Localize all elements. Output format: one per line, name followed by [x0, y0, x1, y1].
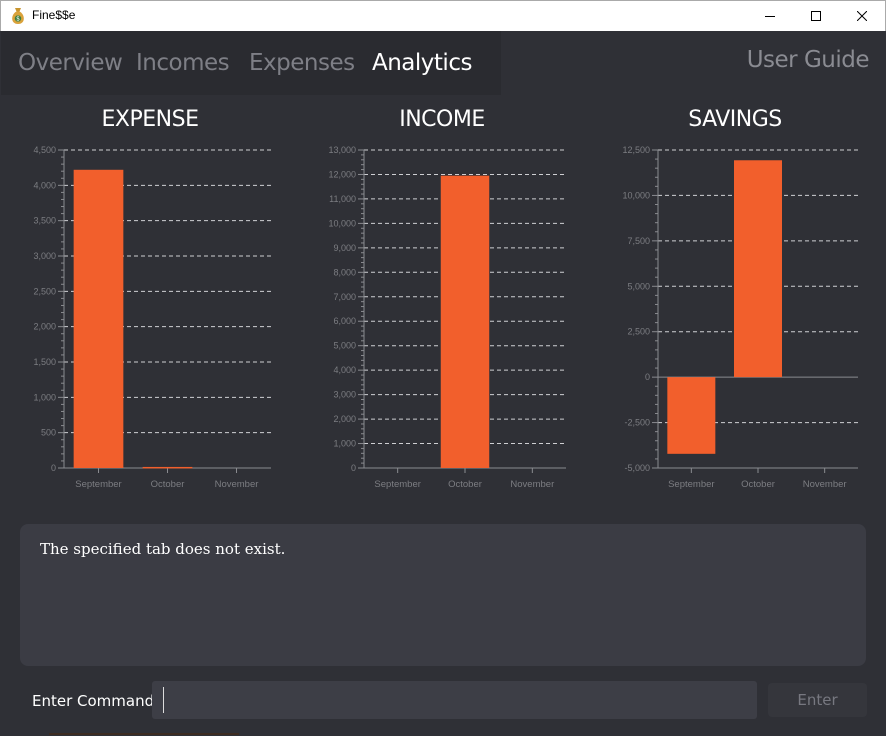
income-chart: 0 1,000 2,000 3,000 4,000 5,000 6,000 7,000 8,00… [328, 145, 566, 490]
expense-y-tick-label: 4,000 [33, 180, 56, 190]
income-y-tick-label: 5,000 [333, 341, 356, 351]
maximize-icon [811, 11, 821, 21]
expense-y-tick-label: 4,500 [33, 145, 56, 155]
income-y-tick-label: 8,000 [333, 267, 356, 277]
savings-y-tick-label: 2,500 [627, 327, 650, 337]
user-guide-link[interactable]: User Guide [747, 47, 870, 73]
savings-chart: -5,000 -2,500 0 2,500 5,000 7,500 10,000 12,500… [622, 145, 858, 490]
income-y-tick-label: 10,000 [328, 218, 356, 228]
expense-y-tick-label: 3,500 [33, 216, 56, 226]
command-label: Enter Command: [32, 692, 160, 710]
expense-y-tick-label: 2,500 [33, 286, 56, 296]
tab-bar: Overview Incomes Expenses Analytics [1, 31, 501, 95]
income-y-tick-label: 13,000 [328, 145, 356, 155]
svg-text:$: $ [16, 16, 20, 23]
expense-y-tick-label: 3,000 [33, 251, 56, 261]
result-display: The specified tab does not exist. [20, 524, 866, 666]
savings-y-tick-label: 10,000 [622, 190, 650, 200]
expense-x-tick-label: September [75, 479, 121, 490]
expense-chart-title: EXPENSE [101, 107, 199, 132]
title-bar: $ Fine$$e [0, 0, 886, 31]
expense-bar-september [73, 169, 124, 468]
expense-x-tick-label: November [215, 479, 259, 490]
app-area: Overview Incomes Expenses Analytics User… [1, 31, 885, 735]
savings-y-tick-label: 12,500 [622, 145, 650, 155]
income-x-tick-label: November [510, 479, 554, 490]
tab-incomes[interactable]: Incomes [136, 50, 230, 76]
tab-expenses[interactable]: Expenses [249, 50, 355, 76]
savings-x-tick-label: October [741, 479, 775, 490]
income-y-tick-label: 0 [351, 463, 356, 473]
income-x-tick-label: September [374, 479, 420, 490]
income-bar-october [440, 175, 490, 468]
expense-y-tick-label: 0 [51, 463, 56, 473]
income-y-tick-label: 9,000 [333, 243, 356, 253]
income-y-tick-label: 2,000 [333, 414, 356, 424]
income-chart-title: INCOME [399, 107, 485, 132]
income-x-tick-label: October [448, 479, 482, 490]
minimize-icon [765, 16, 775, 17]
expense-chart: 0 500 1,000 1,500 2,000 2,500 3,000 3,500 4,000 4… [33, 145, 271, 490]
savings-y-tick-label: 0 [645, 372, 650, 382]
text-caret [163, 687, 164, 713]
savings-x-tick-label: September [668, 479, 714, 490]
window-title: Fine$$e [32, 8, 76, 22]
expense-y-tick-label: 1,000 [33, 392, 56, 402]
income-y-tick-label: 1,000 [333, 439, 356, 449]
command-input[interactable] [152, 681, 757, 719]
income-y-tick-label: 7,000 [333, 292, 356, 302]
close-button[interactable] [839, 1, 885, 31]
savings-bar-october [734, 160, 782, 378]
result-message: The specified tab does not exist. [40, 540, 286, 558]
enter-button[interactable]: Enter [768, 683, 867, 717]
savings-x-tick-label: November [803, 479, 847, 490]
expense-bar-october [142, 466, 193, 469]
savings-bar-september [667, 377, 716, 454]
minimize-button[interactable] [747, 1, 793, 31]
income-y-tick-label: 3,000 [333, 390, 356, 400]
savings-y-tick-label: 7,500 [627, 236, 650, 246]
money-bag-icon: $ [12, 8, 24, 24]
tab-overview[interactable]: Overview [18, 50, 123, 76]
expense-y-tick-label: 500 [41, 428, 56, 438]
expense-x-tick-label: October [151, 479, 185, 490]
savings-y-tick-label: 5,000 [627, 281, 650, 291]
maximize-button[interactable] [793, 1, 839, 31]
savings-y-tick-label: -5,000 [624, 463, 650, 473]
income-y-tick-label: 11,000 [329, 194, 356, 204]
savings-chart-title: SAVINGS [688, 107, 782, 132]
expense-y-tick-label: 1,500 [33, 357, 56, 367]
bottom-strip [49, 733, 239, 735]
tab-analytics[interactable]: Analytics [372, 50, 472, 76]
expense-y-tick-label: 2,000 [33, 322, 56, 332]
close-icon [857, 11, 867, 21]
savings-y-tick-label: -2,500 [624, 418, 650, 428]
income-y-tick-label: 6,000 [333, 316, 356, 326]
income-y-tick-label: 12,000 [328, 169, 356, 179]
income-y-tick-label: 4,000 [333, 365, 356, 375]
